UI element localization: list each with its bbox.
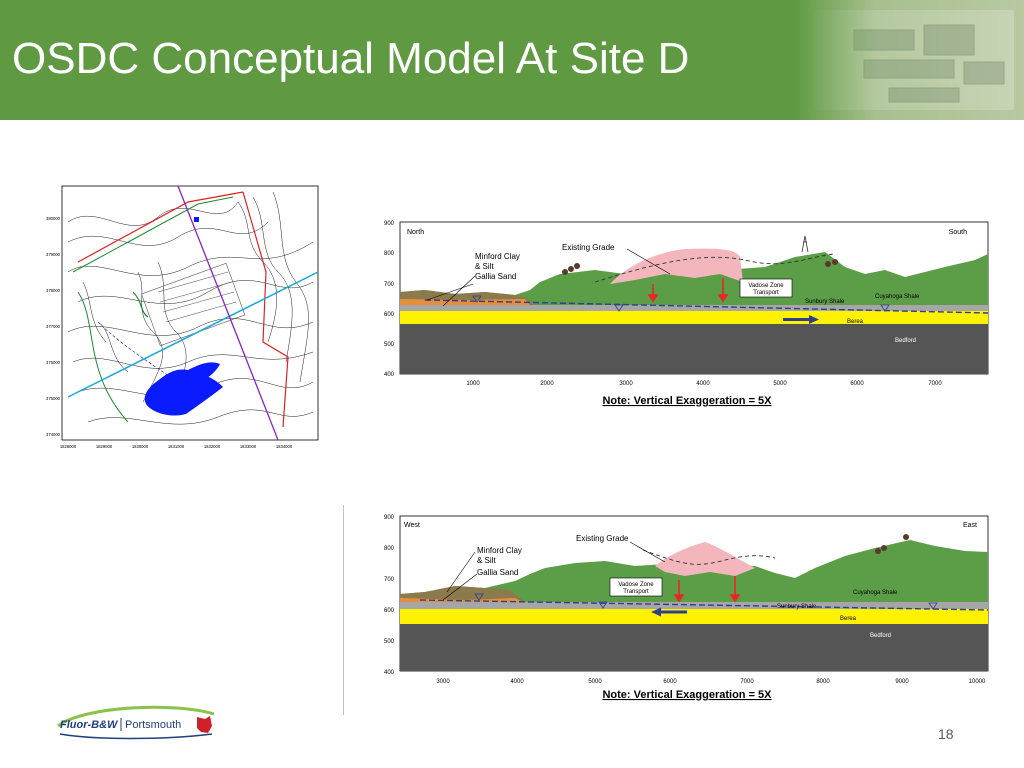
ew-berea-layer (400, 609, 988, 624)
ns-y-tick: 800 (384, 251, 395, 257)
ns-label-vadose-2: Transport (753, 290, 779, 296)
ew-bedford-layer (400, 624, 988, 671)
ew-y-tick: 400 (384, 670, 395, 676)
ns-label-minford-2: & Silt (475, 262, 494, 271)
ew-label-existing-grade: Existing Grade (576, 534, 629, 543)
cross-section-north-south: 900 800 700 600 500 400 1000 2000 3000 4… (365, 212, 995, 412)
ew-y-tick: 800 (384, 546, 395, 552)
logo-site-text: Portsmouth (125, 719, 181, 731)
site-aerial-photo (794, 0, 1024, 120)
ns-x-tick: 4000 (696, 381, 710, 387)
ew-y-tick: 700 (384, 577, 395, 583)
map-x-tick: 1829000 (96, 444, 113, 449)
ns-x-tick: 2000 (540, 381, 554, 387)
page-number: 18 (938, 726, 954, 742)
map-y-tick: 379000 (46, 252, 61, 257)
ew-label-berea: Berea (840, 616, 857, 622)
map-y-tick: 377000 (46, 324, 61, 329)
ns-y-tick: 600 (384, 312, 395, 318)
fluor-bw-portsmouth-logo: Fluor-B&W Portsmouth (57, 705, 215, 740)
cross-section-west-east: 900 800 700 600 500 400 3000 4000 5000 6… (365, 506, 995, 706)
map-y-tick: 374000 (46, 432, 61, 437)
ns-label-sunbury: Sunbury Shale (805, 299, 845, 305)
ns-x-tick: 6000 (850, 381, 864, 387)
map-x-tick: 1834000 (276, 444, 293, 449)
ew-x-tick: 6000 (663, 679, 677, 685)
map-y-tick: 375000 (46, 396, 61, 401)
ew-x-tick: 3000 (436, 679, 450, 685)
ew-direction-right: East (963, 522, 977, 529)
ew-x-tick: 10000 (969, 679, 986, 685)
ew-note: Note: Vertical Exaggeration = 5X (602, 689, 772, 701)
ns-x-tick: 3000 (619, 381, 633, 387)
ohio-icon (197, 716, 212, 733)
map-y-tick: 376000 (46, 360, 61, 365)
ns-x-tick: 1000 (466, 381, 480, 387)
map-x-tick: 1833000 (240, 444, 257, 449)
ns-label-existing-grade: Existing Grade (562, 243, 615, 252)
map-x-tick: 1831000 (168, 444, 185, 449)
ns-direction-right: South (949, 229, 967, 236)
ew-y-tick: 500 (384, 639, 395, 645)
ns-y-tick: 900 (384, 221, 395, 227)
map-x-tick: 1830000 (132, 444, 149, 449)
ew-label-vadose-1: Vadose Zone (618, 582, 654, 588)
ns-bedford-layer (400, 324, 988, 374)
ns-label-berea: Berea (847, 319, 864, 325)
ns-label-gallia: Gallia Sand (475, 272, 516, 281)
ew-y-tick: 600 (384, 608, 395, 614)
map-y-tick: 380000 (46, 216, 61, 221)
ns-sunbury-layer (400, 304, 988, 311)
ew-label-gallia: Gallia Sand (477, 568, 518, 577)
ew-label-bedford: Bedford (870, 633, 891, 639)
ew-x-tick: 9000 (895, 679, 909, 685)
ew-label-cuyahoga: Cuyahoga Shale (853, 590, 898, 596)
ns-label-bedford: Bedford (895, 338, 916, 344)
ns-berea-layer (400, 311, 988, 324)
ew-label-vadose-2: Transport (623, 589, 649, 595)
ew-x-tick: 8000 (816, 679, 830, 685)
ew-label-minford-1: Minford Clay (477, 546, 522, 555)
site-contour-map: 380000 379000 378000 377000 376000 37500… (46, 185, 319, 449)
header-band: OSDC Conceptual Model At Site D (0, 0, 1024, 120)
map-y-tick: 378000 (46, 288, 61, 293)
ew-x-tick: 4000 (510, 679, 524, 685)
ns-note: Note: Vertical Exaggeration = 5X (602, 395, 772, 407)
vertical-divider (343, 505, 344, 715)
ns-y-tick: 700 (384, 282, 395, 288)
logo-brand-text: Fluor-B&W (60, 719, 119, 731)
ns-label-cuyahoga: Cuyahoga Shale (875, 294, 920, 300)
ns-label-vadose-1: Vadose Zone (748, 283, 784, 289)
ew-direction-left: West (404, 522, 420, 529)
ns-x-tick: 5000 (773, 381, 787, 387)
ew-y-tick: 900 (384, 515, 395, 521)
map-x-tick: 1828000 (60, 444, 77, 449)
map-x-tick: 1832000 (204, 444, 221, 449)
ew-x-tick: 5000 (588, 679, 602, 685)
ns-direction-left: North (407, 229, 424, 236)
ns-y-tick: 400 (384, 372, 395, 378)
ew-x-tick: 7000 (740, 679, 754, 685)
ns-label-minford-1: Minford Clay (475, 252, 520, 261)
ew-label-sunbury: Sunbury Shale (777, 604, 817, 610)
ns-x-tick: 7000 (928, 381, 942, 387)
ew-label-minford-2: & Silt (477, 556, 496, 565)
slide-title: OSDC Conceptual Model At Site D (12, 34, 690, 83)
ns-y-tick: 500 (384, 342, 395, 348)
